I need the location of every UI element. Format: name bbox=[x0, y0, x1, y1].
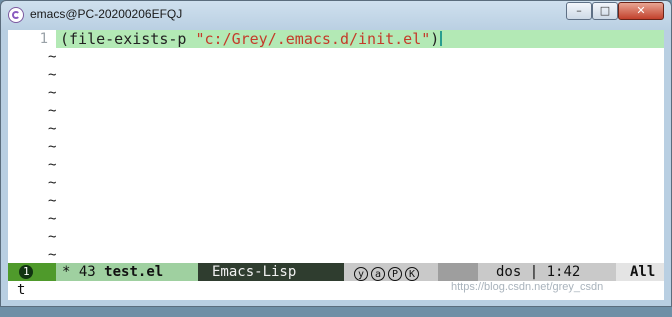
cursor-position: 1:42 bbox=[546, 264, 581, 280]
buffer-name[interactable]: test.el bbox=[104, 264, 163, 280]
line-ending[interactable]: dos bbox=[478, 264, 521, 280]
major-mode-segment[interactable]: Emacs-Lisp bbox=[198, 263, 348, 281]
scroll-percent: All bbox=[630, 264, 656, 280]
code-string: "c:/Grey/.emacs.d/init.el" bbox=[195, 30, 431, 48]
position-segment[interactable]: dos | 1:42 bbox=[478, 263, 616, 281]
empty-line-marker: ~ bbox=[48, 85, 57, 101]
maximize-button[interactable]: □ bbox=[592, 2, 618, 20]
minor-modes-segment[interactable]: yaPK bbox=[344, 263, 438, 281]
empty-line-marker: ~ bbox=[48, 67, 57, 83]
empty-line-marker: ~ bbox=[48, 121, 57, 137]
empty-line-marker: ~ bbox=[48, 175, 57, 191]
keys-minor-mode-icon[interactable]: K bbox=[405, 267, 419, 281]
empty-line-marker: ~ bbox=[48, 139, 57, 155]
code-text: (file-exists-p bbox=[60, 30, 196, 48]
buffer-info-segment[interactable]: * 43 test.el bbox=[56, 263, 204, 281]
window-title: emacs@PC-20200206EFQJ bbox=[30, 7, 183, 21]
empty-line-marker: ~ bbox=[48, 157, 57, 173]
close-button[interactable]: ✕ bbox=[618, 2, 664, 20]
title-bar[interactable]: emacs@PC-20200206EFQJ – □ ✕ bbox=[1, 1, 671, 29]
window-number-segment bbox=[8, 263, 56, 281]
scroll-percent-segment: All bbox=[616, 263, 664, 281]
watermark: https://blog.csdn.net/grey_csdn bbox=[451, 281, 604, 293]
empty-line-marker: ~ bbox=[48, 211, 57, 227]
mode-line-spacer bbox=[438, 263, 478, 281]
empty-line-marker: ~ bbox=[48, 193, 57, 209]
mode-line[interactable]: * 43 test.el Emacs-Lisp yaPK dos | 1:42 … bbox=[8, 263, 664, 281]
empty-line-marker: ~ bbox=[48, 103, 57, 119]
yas-minor-mode-icon[interactable]: y bbox=[354, 267, 368, 281]
empty-line-marker: ~ bbox=[48, 229, 57, 245]
text-cursor bbox=[440, 31, 443, 46]
line-number: 1 bbox=[39, 31, 48, 47]
editor-area[interactable]: 1 (file-exists-p "c:/Grey/.emacs.d/init.… bbox=[8, 30, 664, 263]
window-number-icon bbox=[19, 264, 33, 280]
buffer-size: 43 bbox=[78, 264, 96, 280]
empty-line-marker: ~ bbox=[48, 49, 57, 65]
code-close-paren: ) bbox=[430, 30, 440, 48]
minimize-button[interactable]: – bbox=[566, 2, 592, 20]
modified-indicator: * bbox=[62, 264, 71, 280]
major-mode[interactable]: Emacs-Lisp bbox=[198, 264, 296, 280]
echo-area-text: t bbox=[17, 282, 26, 298]
paredit-minor-mode-icon[interactable]: P bbox=[388, 267, 402, 281]
emacs-window: emacs@PC-20200206EFQJ – □ ✕ 1 (file-exis… bbox=[0, 0, 672, 307]
emacs-app-icon bbox=[8, 7, 24, 23]
code-line-1[interactable]: (file-exists-p "c:/Grey/.emacs.d/init.el… bbox=[60, 30, 443, 48]
company-minor-mode-icon[interactable]: a bbox=[371, 267, 385, 281]
empty-line-marker: ~ bbox=[48, 247, 57, 263]
emacs-frame: 1 (file-exists-p "c:/Grey/.emacs.d/init.… bbox=[8, 30, 664, 300]
